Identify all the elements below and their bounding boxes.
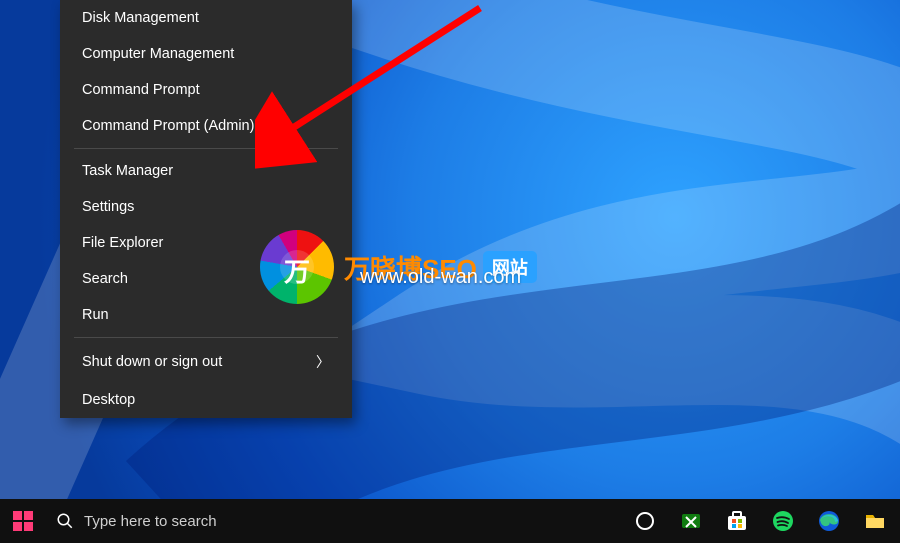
menu-item-disk-management[interactable]: Disk Management bbox=[60, 0, 352, 36]
watermark-logo-text: 万 bbox=[284, 252, 310, 289]
store-icon bbox=[725, 509, 749, 533]
search-placeholder: Type here to search bbox=[84, 513, 217, 530]
start-button[interactable] bbox=[0, 499, 46, 543]
chevron-right-icon: 〉 bbox=[316, 352, 330, 372]
menu-item-task-manager[interactable]: Task Manager bbox=[60, 153, 352, 189]
menu-item-command-prompt[interactable]: Command Prompt bbox=[60, 72, 352, 108]
edge-icon bbox=[817, 509, 841, 533]
taskbar-search[interactable]: Type here to search bbox=[46, 499, 480, 543]
menu-item-shutdown-signout[interactable]: Shut down or sign out 〉 bbox=[60, 342, 352, 382]
watermark: 万 万晓博SEO 网站 www.old-wan.com bbox=[260, 230, 543, 304]
xbox-icon bbox=[679, 509, 703, 533]
spotify-button[interactable] bbox=[760, 499, 806, 543]
watermark-url: www.old-wan.com bbox=[360, 266, 521, 289]
taskbar-tray bbox=[622, 499, 900, 543]
menu-item-settings[interactable]: Settings bbox=[60, 189, 352, 225]
menu-separator bbox=[74, 148, 338, 149]
winx-context-menu: Disk Management Computer Management Comm… bbox=[60, 0, 352, 418]
taskbar: Type here to search bbox=[0, 499, 900, 543]
watermark-logo-icon: 万 bbox=[260, 230, 334, 304]
search-icon bbox=[56, 512, 74, 530]
folder-icon bbox=[863, 509, 887, 533]
windows-logo-icon bbox=[13, 511, 33, 531]
spotify-icon bbox=[772, 510, 794, 532]
cortana-icon bbox=[635, 511, 655, 531]
file-explorer-button[interactable] bbox=[852, 499, 898, 543]
xbox-button[interactable] bbox=[668, 499, 714, 543]
store-button[interactable] bbox=[714, 499, 760, 543]
menu-separator bbox=[74, 337, 338, 338]
cortana-button[interactable] bbox=[622, 499, 668, 543]
menu-item-command-prompt-admin[interactable]: Command Prompt (Admin) bbox=[60, 108, 352, 144]
desktop-wallpaper: Disk Management Computer Management Comm… bbox=[0, 0, 900, 543]
menu-item-computer-management[interactable]: Computer Management bbox=[60, 36, 352, 72]
edge-button[interactable] bbox=[806, 499, 852, 543]
menu-item-desktop[interactable]: Desktop bbox=[60, 382, 352, 418]
